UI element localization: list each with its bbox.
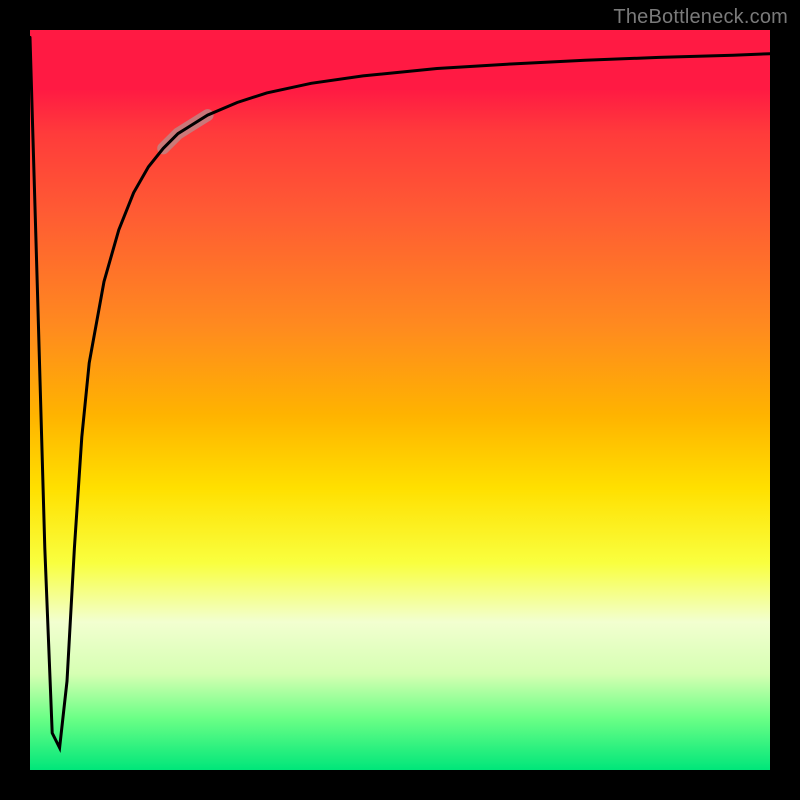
- plot-area: [30, 30, 770, 770]
- attribution-label: TheBottleneck.com: [613, 6, 788, 29]
- curve-layer: [30, 30, 770, 770]
- chart-frame: TheBottleneck.com: [0, 0, 800, 800]
- bottleneck-curve: [30, 37, 770, 747]
